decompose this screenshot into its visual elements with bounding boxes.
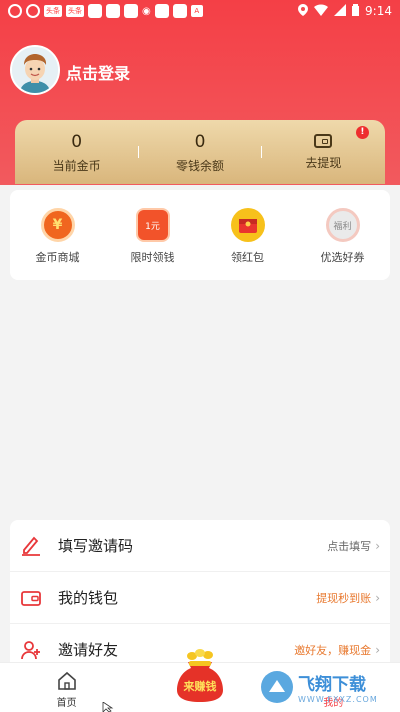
list-item-title: 填写邀请码 [58,537,134,555]
watermark-url: WWW.FXXZ.COM [298,695,378,704]
battery-icon [352,3,360,19]
watermark-text: 飞翔下载 [298,675,366,695]
quick-item-coin-mall[interactable]: ¥ 金币商城 [10,190,105,280]
home-icon [57,671,76,690]
coupon-icon: 福利 [325,208,360,242]
divider [138,146,140,158]
quick-item-coupon[interactable]: 福利 优选好券 [295,190,390,280]
app-notification-icon [26,4,40,18]
earn-money-button[interactable]: 来赚钱 [170,648,230,704]
notification-icon [124,4,138,18]
wifi-icon [314,3,329,19]
quick-item-label: 领红包 [231,251,264,264]
login-link[interactable]: 点击登录 [66,60,130,84]
change-balance-value: 0 [194,131,206,152]
cursor-icon [102,702,114,712]
chevron-right-icon: › [375,590,380,605]
quick-item-timed-cash[interactable]: 1元 限时领钱 [105,190,200,280]
pen-icon [20,535,42,557]
withdraw-button[interactable]: 去提现 ! [262,120,385,184]
quick-item-label: 金币商城 [35,251,80,264]
a-icon: A [190,5,203,17]
money-bag-icon [177,649,223,702]
coin-mall-icon: ¥ [40,208,75,242]
list-item-invite-code[interactable]: 填写邀请码 点击填写 › [10,520,390,572]
app-notification-icon [8,4,22,18]
list-item-hint: 邀好友，赚现金 [294,643,372,657]
notification-icon [106,4,120,18]
withdraw-label: 去提现 [305,155,342,170]
location-icon [298,3,309,19]
coins-label: 当前金币 [52,158,101,173]
add-friend-icon [20,639,42,661]
chevron-right-icon: › [375,538,380,553]
avatar[interactable] [10,45,60,95]
coins-value: 0 [71,131,83,152]
quick-item-label: 优选好券 [320,251,365,264]
watermark-icon [261,671,293,703]
list-item-title: 我的钱包 [58,589,119,607]
wallet-icon [314,133,333,148]
news-notification-icon: 头条 [66,5,84,17]
avatar-icon [12,47,58,93]
news-notification-icon: 头条 [44,5,62,17]
list-item-wallet[interactable]: 我的钱包 提现秒到账 › [10,572,390,624]
red-packet-icon [230,208,265,242]
quick-item-label: 限时领钱 [130,251,175,264]
notification-icon [172,4,187,18]
notification-icon [88,4,102,18]
coins-stat[interactable]: 0 当前金币 [15,120,138,184]
quick-menu: ¥ 金币商城 1元 限时领钱 领红包 福利 优选好券 [10,190,390,280]
quick-item-red-packet[interactable]: 领红包 [200,190,295,280]
notification-icon [154,4,169,18]
alert-badge: ! [355,126,369,139]
status-time: 9:14 [365,4,392,18]
list-item-hint: 点击填写 [327,539,372,553]
signal-icon [334,3,347,19]
shield-icon: ◉ [142,5,151,17]
list-item-hint: 提现秒到账 [316,591,372,605]
chevron-right-icon: › [375,642,380,657]
watermark-logo: 飞翔下载 WWW.FXXZ.COM [260,662,400,712]
wallet-icon [20,587,42,609]
balance-card: 0 当前金币 0 零钱余额 去提现 ! [15,120,385,184]
timed-cash-icon: 1元 [135,208,170,242]
earn-money-label: 来赚钱 [183,680,217,693]
tab-home-label: 首页 [56,698,77,709]
status-bar: 头条 头条 ◉ A 9:14 [0,0,400,22]
change-balance-label: 零钱余额 [175,158,224,173]
change-balance-stat[interactable]: 0 零钱余额 [138,120,262,184]
